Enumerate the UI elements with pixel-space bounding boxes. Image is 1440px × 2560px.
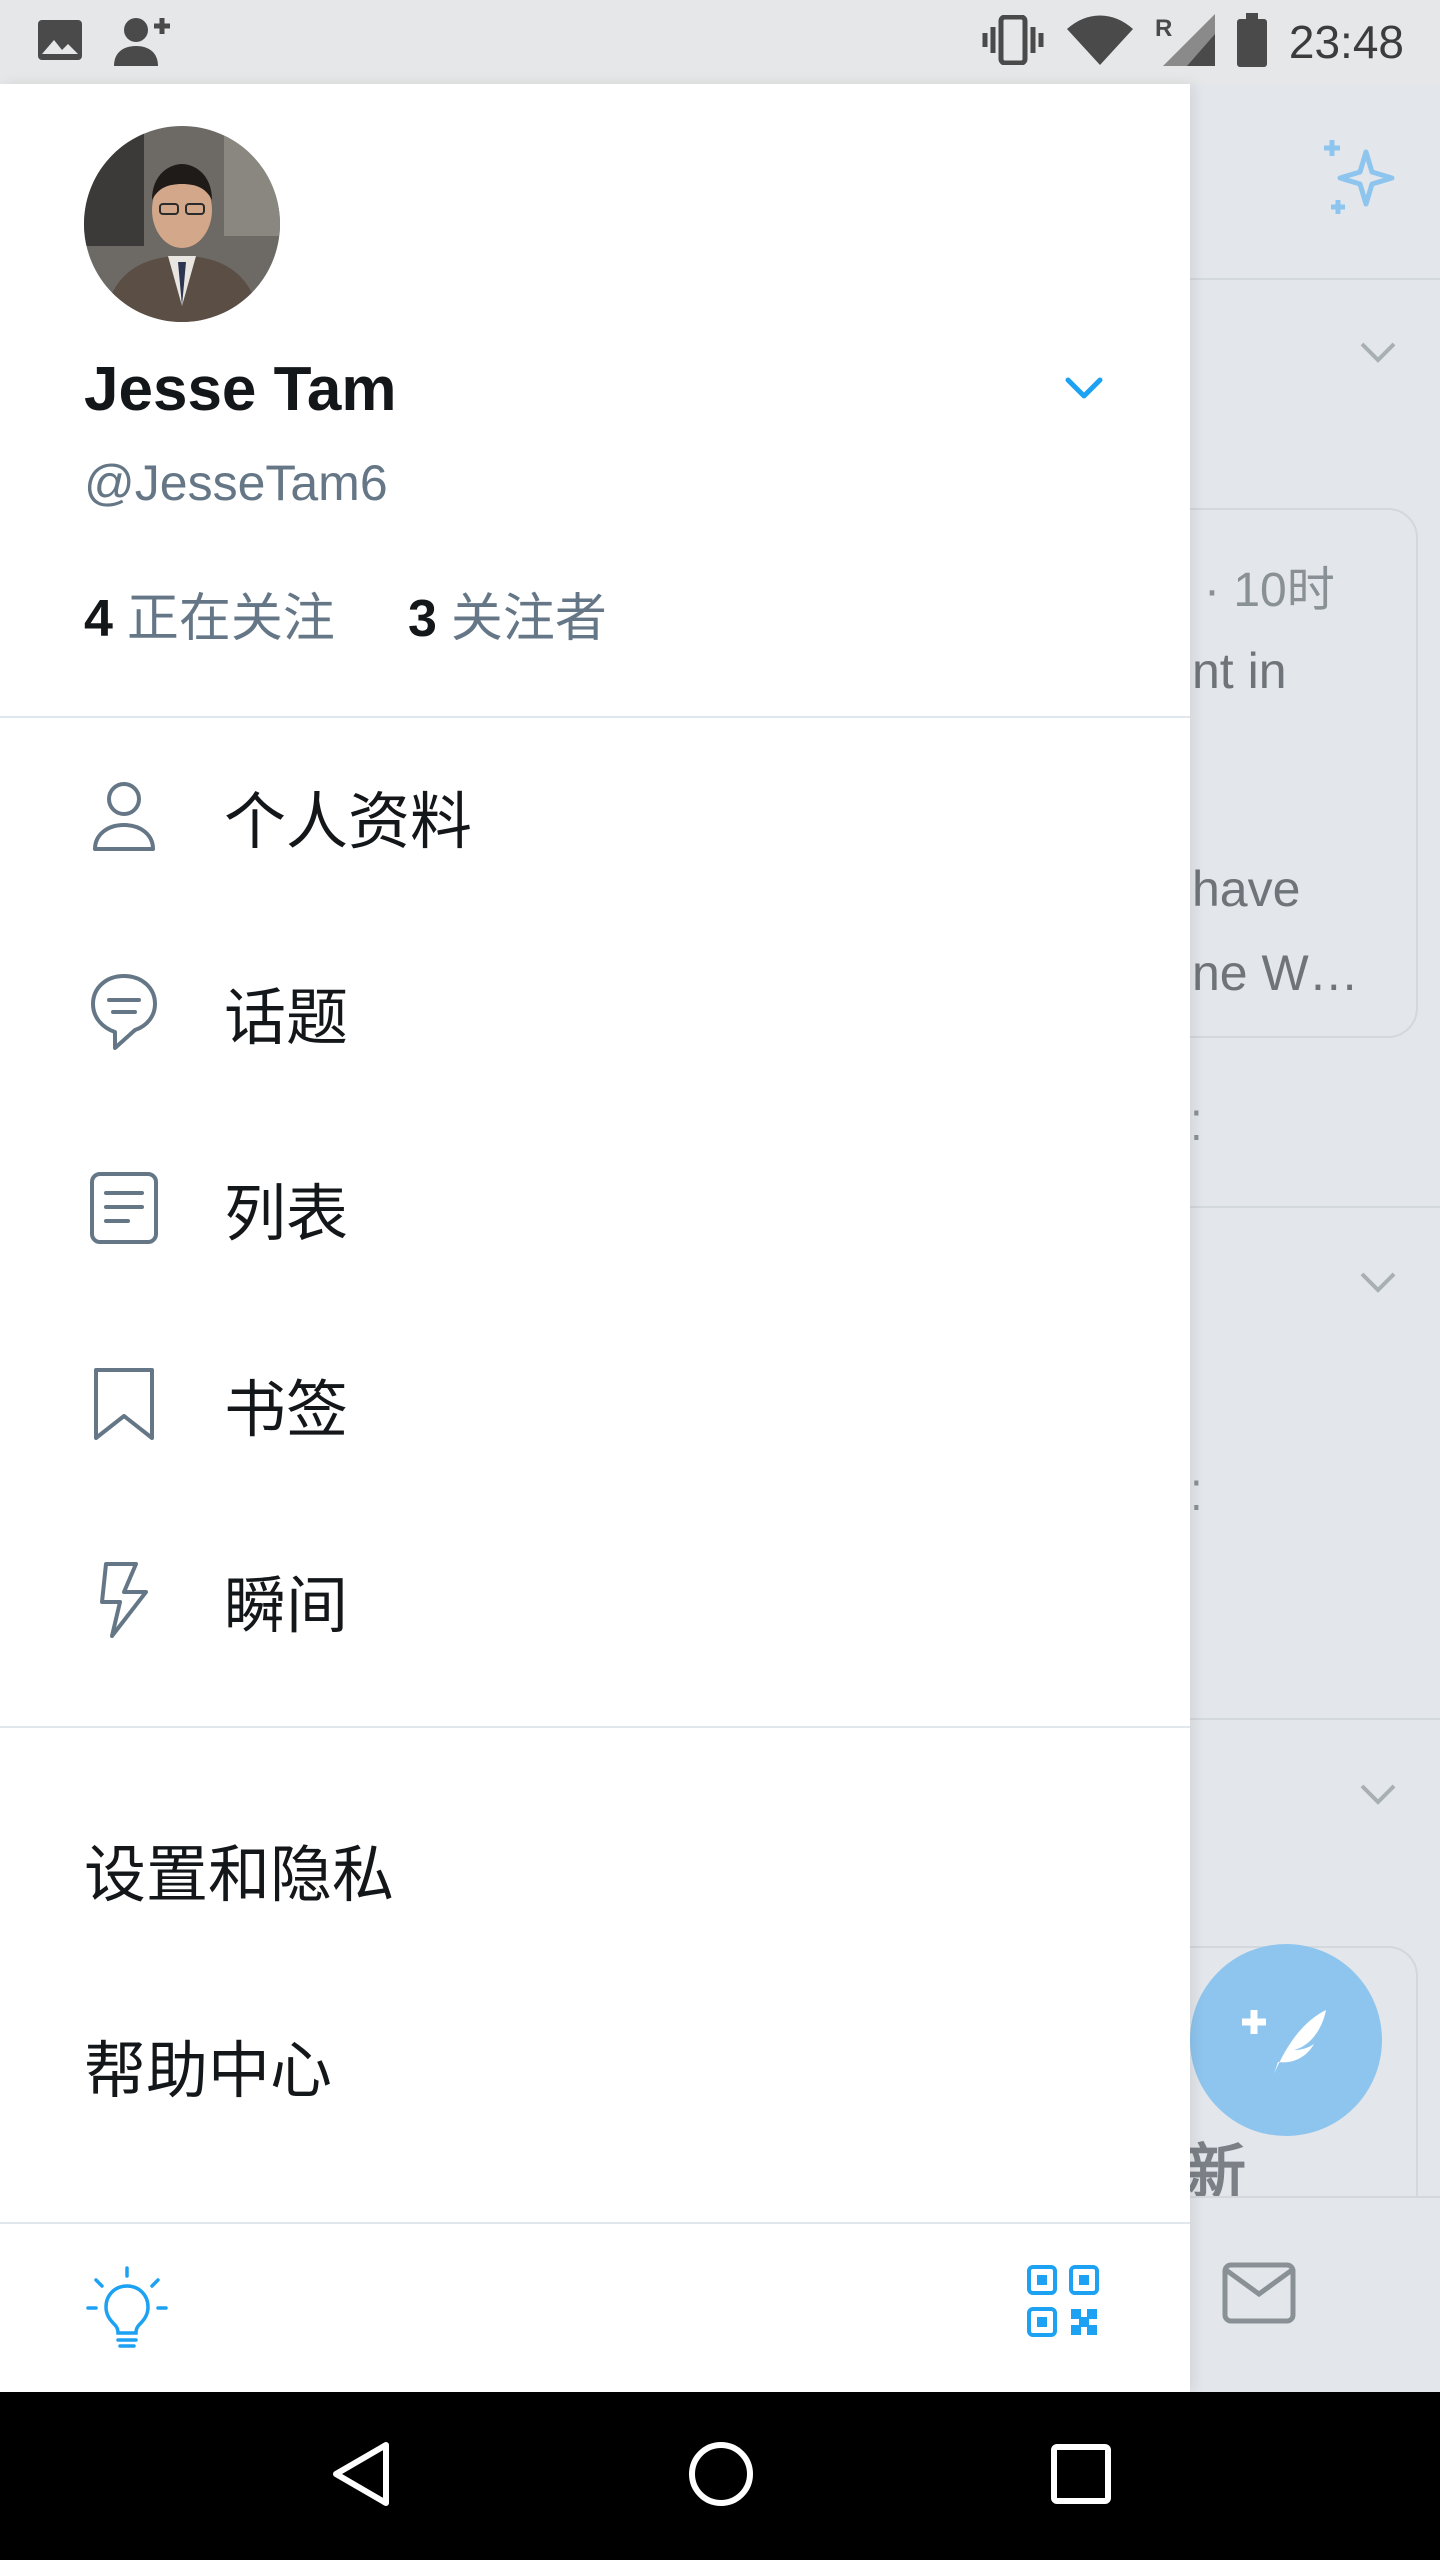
- menu-item-label: 话题: [224, 981, 349, 1054]
- drawer-footer-divider: [0, 2222, 1190, 2224]
- menu-item-label: 个人资料: [224, 785, 473, 858]
- menu-item-label: 列表: [224, 1177, 349, 1250]
- tweet-text-line: ne W…: [1192, 945, 1359, 1001]
- profile-handle: @JesseTam6: [84, 455, 388, 511]
- menu-item-label: 瞬间: [224, 1569, 349, 1642]
- person-icon: [84, 776, 164, 856]
- following-label: 正在关注: [126, 589, 335, 649]
- chevron-down-icon: [1358, 1270, 1398, 1298]
- roaming-signal-icon: R: [1155, 14, 1215, 70]
- help-center-link[interactable]: 帮助中心: [84, 2020, 332, 2110]
- qr-code-icon[interactable]: [1026, 2264, 1100, 2342]
- navigation-drawer: Jesse Tam @JesseTam6 4 正在关注 3 关注者 个人资料 话…: [0, 84, 1190, 2392]
- avatar[interactable]: [84, 126, 280, 322]
- svg-text:R: R: [1155, 15, 1172, 42]
- bottom-tab-bar: [1190, 2196, 1440, 2392]
- home-icon[interactable]: [687, 2440, 755, 2512]
- recent-apps-icon[interactable]: [1050, 2443, 1112, 2509]
- status-time: 23:48: [1288, 16, 1404, 68]
- tweet-timestamp: · 10时: [1204, 564, 1335, 617]
- menu-item-bookmarks[interactable]: 书签: [0, 1306, 1190, 1502]
- share-icon: ⁚: [1190, 1104, 1203, 1150]
- compose-tweet-button[interactable]: [1190, 1944, 1382, 2136]
- chevron-down-icon: [1358, 1782, 1398, 1810]
- followers-label: 关注者: [450, 589, 607, 649]
- battery-icon: [1236, 13, 1267, 71]
- profile-name: Jesse Tam: [84, 355, 397, 424]
- image-icon: [36, 18, 84, 66]
- followers-link[interactable]: 3 关注者: [408, 576, 607, 651]
- vibrate-icon: [981, 14, 1045, 69]
- status-bar: R 23:48: [0, 0, 1440, 84]
- tweet-text-line: nt in: [1192, 643, 1287, 699]
- menu-item-moments[interactable]: 瞬间: [0, 1502, 1190, 1698]
- list-icon: [84, 1168, 164, 1248]
- menu-item-lists[interactable]: 列表: [0, 1110, 1190, 1306]
- menu-item-profile[interactable]: 个人资料: [0, 718, 1190, 914]
- wifi-icon: [1066, 15, 1133, 69]
- topics-icon: [84, 972, 164, 1052]
- lightning-bolt-icon: [84, 1560, 164, 1640]
- followers-count: 3: [408, 590, 437, 648]
- tweet-text-line: have: [1192, 861, 1301, 917]
- lightbulb-icon[interactable]: [84, 2264, 170, 2354]
- system-navigation-bar: [0, 2392, 1440, 2560]
- compose-feather-icon: [1238, 1990, 1334, 2090]
- menu-divider: [0, 1726, 1190, 1728]
- following-count: 4: [84, 590, 113, 648]
- mail-icon: [1222, 2262, 1296, 2328]
- tweet-divider: [1190, 1718, 1440, 1720]
- bookmark-icon: [84, 1364, 164, 1444]
- menu-item-topics[interactable]: 话题: [0, 914, 1190, 1110]
- account-switcher-chevron-icon[interactable]: [1064, 376, 1104, 404]
- timeline-header: [1190, 84, 1440, 280]
- menu-item-label: 书签: [224, 1373, 349, 1446]
- chevron-down-icon: [1358, 340, 1398, 368]
- following-link[interactable]: 4 正在关注: [84, 576, 335, 651]
- settings-and-privacy-link[interactable]: 设置和隐私: [84, 1824, 394, 1914]
- tweet-divider: [1190, 1206, 1440, 1208]
- share-icon: ⁚: [1190, 1474, 1203, 1520]
- back-icon[interactable]: [328, 2439, 392, 2513]
- sparkle-icon: [1318, 136, 1402, 224]
- person-add-icon: [114, 14, 176, 70]
